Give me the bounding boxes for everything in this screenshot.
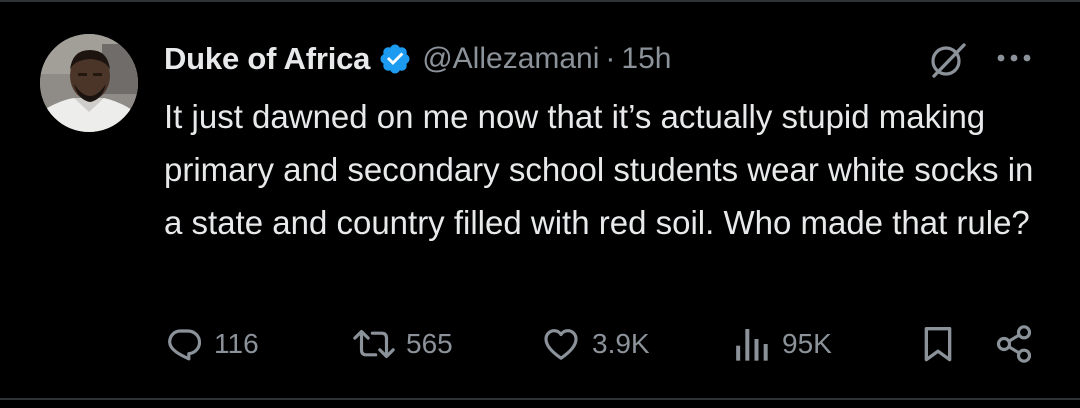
tweet-text: It just dawned on me now that it’s actua…	[164, 98, 1034, 241]
repost-button[interactable]: 565	[352, 316, 453, 372]
share-button[interactable]	[994, 316, 1034, 372]
like-button[interactable]: 3.9K	[540, 316, 650, 372]
repost-icon	[353, 329, 395, 359]
tweet-timestamp[interactable]: 15h	[621, 42, 671, 76]
like-count: 3.9K	[592, 328, 650, 359]
views-icon	[736, 329, 768, 361]
verified-badge-icon	[380, 44, 410, 74]
like-icon	[544, 329, 578, 360]
meta-separator: ·	[605, 42, 616, 75]
tweet[interactable]: Duke of Africa @Allezamani · 15h It just…	[0, 0, 1080, 398]
share-icon	[996, 325, 1032, 363]
reply-count: 116	[214, 328, 259, 359]
reply-button[interactable]: 116	[164, 316, 259, 372]
views-button[interactable]: 95K	[732, 316, 832, 372]
more-icon[interactable]	[996, 48, 1032, 68]
tweet-header: Duke of Africa @Allezamani · 15h	[164, 36, 671, 82]
user-avatar-photo-icon	[40, 34, 138, 132]
bookmark-button[interactable]	[918, 316, 958, 372]
author-handle[interactable]: @Allezamani	[422, 42, 599, 76]
repost-count: 565	[406, 328, 453, 359]
author-avatar[interactable]	[40, 34, 138, 132]
views-count: 95K	[782, 328, 832, 359]
author-display-name[interactable]: Duke of Africa	[164, 41, 370, 77]
grok-icon[interactable]	[926, 40, 970, 80]
bottom-divider	[0, 398, 1080, 400]
bookmark-icon	[924, 327, 952, 362]
tweet-actions-bar: 116 565 3.9K 95K	[0, 316, 1080, 372]
reply-icon	[168, 329, 202, 361]
